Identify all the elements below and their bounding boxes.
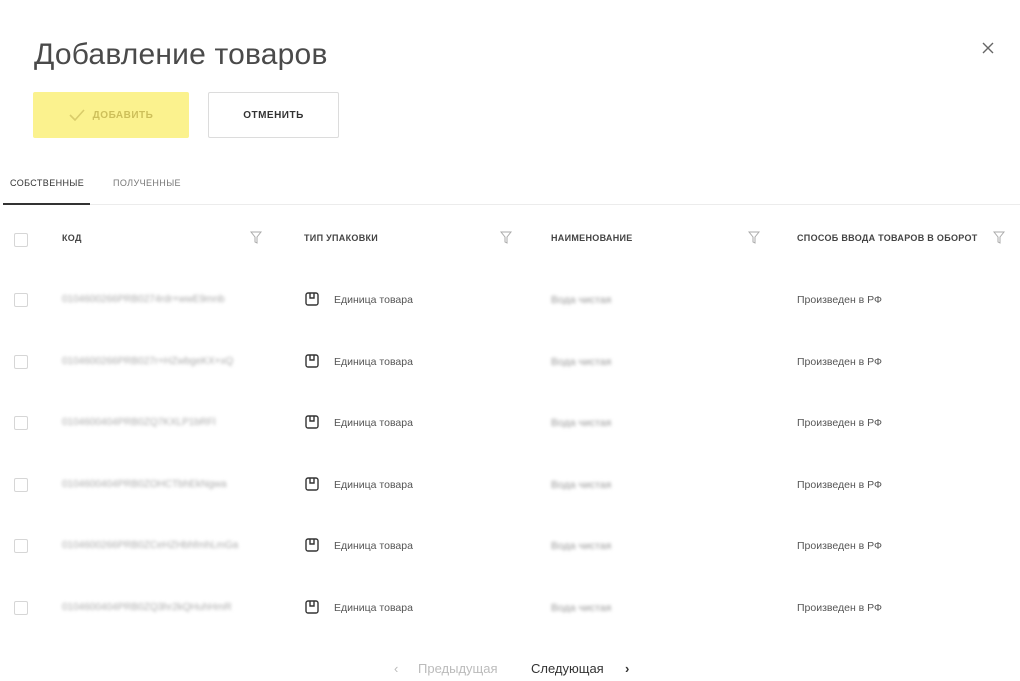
name-cell: Вода чистая bbox=[551, 479, 612, 491]
name-cell: Вода чистая bbox=[551, 417, 612, 429]
table-row[interactable]: 0104600404PRB0ZQ7KXLP1bRFl Единица товар… bbox=[0, 393, 1020, 455]
row-checkbox[interactable] bbox=[14, 293, 28, 307]
package-icon bbox=[305, 538, 319, 552]
method-cell: Произведен в РФ bbox=[797, 417, 883, 429]
code-cell: 0104600266PRB0ZCeHZHbhfmhLmGa bbox=[62, 540, 239, 551]
package-icon bbox=[305, 477, 319, 491]
package-icon bbox=[305, 354, 319, 368]
previous-page-button[interactable]: Предыдущая bbox=[418, 661, 498, 676]
method-cell: Произведен в РФ bbox=[797, 540, 883, 552]
package-cell: Единица товара bbox=[334, 602, 413, 614]
row-checkbox[interactable] bbox=[14, 478, 28, 492]
code-cell: 0104600266PRB0274rdr+wwE9mnb bbox=[62, 294, 225, 305]
method-cell: Произведен в РФ bbox=[797, 294, 883, 306]
name-cell: Вода чистая bbox=[551, 356, 612, 368]
cancel-button-label: ОТМЕНИТЬ bbox=[243, 109, 304, 121]
package-cell: Единица товара bbox=[334, 356, 413, 368]
filter-icon[interactable] bbox=[499, 231, 513, 244]
code-cell: 0104600266PRB027r+HZwbgeKX+xQ bbox=[62, 356, 234, 367]
chevron-right-icon[interactable]: › bbox=[625, 661, 629, 676]
name-cell: Вода чистая bbox=[551, 602, 612, 614]
active-tab-indicator bbox=[3, 203, 90, 205]
code-cell: 0104600404PRB0ZQ3hr2kQHuhHmR bbox=[62, 602, 232, 613]
tab-received[interactable]: ПОЛУЧЕННЫЕ bbox=[113, 178, 181, 188]
table-row[interactable]: 0104600266PRB0274rdr+wwE9mnb Единица тов… bbox=[0, 270, 1020, 332]
column-header-name[interactable]: НАИМЕНОВАНИЕ bbox=[551, 233, 633, 243]
check-icon bbox=[69, 109, 85, 121]
tab-own[interactable]: СОБСТВЕННЫЕ bbox=[10, 178, 84, 188]
add-button[interactable]: ДОБАВИТЬ bbox=[33, 92, 189, 138]
filter-icon[interactable] bbox=[747, 231, 761, 244]
package-icon bbox=[305, 415, 319, 429]
column-header-package[interactable]: ТИП УПАКОВКИ bbox=[304, 233, 378, 243]
package-icon bbox=[305, 292, 319, 306]
row-checkbox[interactable] bbox=[14, 539, 28, 553]
row-checkbox[interactable] bbox=[14, 601, 28, 615]
pagination: ‹ Предыдущая Следующая › bbox=[0, 661, 1020, 681]
package-icon bbox=[305, 600, 319, 614]
row-checkbox[interactable] bbox=[14, 416, 28, 430]
column-header-method[interactable]: СПОСОБ ВВОДА ТОВАРОВ В ОБОРОТ bbox=[797, 233, 978, 243]
cancel-button[interactable]: ОТМЕНИТЬ bbox=[208, 92, 339, 138]
add-button-label: ДОБАВИТЬ bbox=[92, 109, 154, 121]
package-cell: Единица товара bbox=[334, 294, 413, 306]
next-page-button[interactable]: Следующая bbox=[531, 661, 604, 676]
tab-divider bbox=[90, 204, 1020, 205]
table-row[interactable]: 0104600404PRB0ZQ3hr2kQHuhHmR Единица тов… bbox=[0, 578, 1020, 640]
select-all-checkbox[interactable] bbox=[14, 233, 28, 247]
method-cell: Произведен в РФ bbox=[797, 602, 883, 614]
name-cell: Вода чистая bbox=[551, 294, 612, 306]
filter-icon[interactable] bbox=[249, 231, 263, 244]
table-row[interactable]: 0104600266PRB0ZCeHZHbhfmhLmGa Единица то… bbox=[0, 516, 1020, 578]
code-cell: 0104600404PRB0ZQ7KXLP1bRFl bbox=[62, 417, 216, 428]
table-row[interactable]: 0104600404PRB0ZOHCTbhEkNgwa Единица това… bbox=[0, 455, 1020, 517]
chevron-left-icon[interactable]: ‹ bbox=[394, 661, 398, 676]
name-cell: Вода чистая bbox=[551, 540, 612, 552]
row-checkbox[interactable] bbox=[14, 355, 28, 369]
method-cell: Произведен в РФ bbox=[797, 479, 883, 491]
dialog-title: Добавление товаров bbox=[34, 38, 328, 71]
tab-bar: СОБСТВЕННЫЕ ПОЛУЧЕННЫЕ bbox=[0, 170, 1020, 210]
code-cell: 0104600404PRB0ZOHCTbhEkNgwa bbox=[62, 479, 227, 490]
package-cell: Единица товара bbox=[334, 417, 413, 429]
package-cell: Единица товара bbox=[334, 479, 413, 491]
close-icon[interactable] bbox=[978, 38, 998, 58]
column-header-code[interactable]: КОД bbox=[62, 233, 82, 243]
table-row[interactable]: 0104600266PRB027r+HZwbgeKX+xQ Единица то… bbox=[0, 332, 1020, 394]
method-cell: Произведен в РФ bbox=[797, 356, 883, 368]
package-cell: Единица товара bbox=[334, 540, 413, 552]
filter-icon[interactable] bbox=[992, 231, 1006, 244]
